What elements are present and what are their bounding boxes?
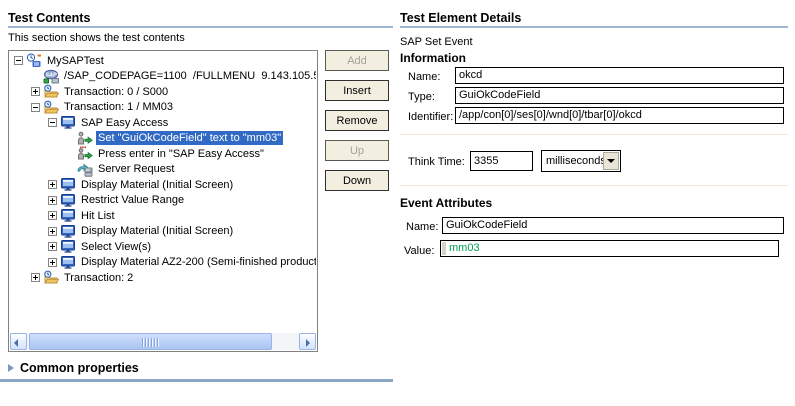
attribute-value-label: Value: <box>404 245 435 257</box>
sap-connection-icon: SAP <box>43 69 59 84</box>
transaction-icon <box>43 84 59 99</box>
svg-text:SAP: SAP <box>45 72 57 78</box>
tree-rows: MySAPTest SAP/SAP_CODEPAGE=1100 /FULLMENU… <box>10 53 316 332</box>
test-contents-title: Test Contents <box>8 11 91 25</box>
test-element-details-title: Test Element Details <box>400 11 522 25</box>
type-field[interactable]: GuiOkCodeField <box>455 87 784 104</box>
attribute-value-text: mm03 <box>449 242 480 254</box>
expand-icon[interactable] <box>31 87 40 97</box>
horizontal-scrollbar[interactable] <box>10 333 316 350</box>
tree-item-label: Set "GuiOkCodeField" text to "mm03" <box>96 131 284 146</box>
attribute-name-field[interactable]: GuiOkCodeField <box>442 217 784 234</box>
collapse-icon[interactable] <box>31 102 40 112</box>
expand-icon[interactable] <box>48 257 57 267</box>
collapse-icon[interactable] <box>48 118 57 128</box>
tree-row[interactable]: Restrict Value Range <box>10 193 316 209</box>
datapool-strip <box>442 242 446 255</box>
tree-item-label: Transaction: 1 / MM03 <box>64 101 174 114</box>
screen-icon <box>60 255 76 270</box>
tree-item-label: MySAPTest <box>47 54 104 67</box>
up-button: Up <box>325 140 389 161</box>
tree-row[interactable]: Hit List <box>10 208 316 224</box>
divider <box>400 134 788 135</box>
name-label: Name: <box>408 71 441 83</box>
down-button[interactable]: Down <box>325 170 389 191</box>
tree-row[interactable]: Transaction: 0 / S000 <box>10 84 316 100</box>
screen-icon <box>60 239 76 254</box>
tree-row[interactable]: Press enter in "SAP Easy Access" <box>10 146 316 162</box>
tree-item-label: Display Material (Initial Screen) <box>81 225 234 238</box>
type-label: Type: <box>408 91 435 103</box>
scroll-right-icon[interactable] <box>299 333 316 350</box>
server-request-icon <box>77 162 93 177</box>
screen-icon <box>60 208 76 223</box>
press-enter-icon <box>77 146 93 161</box>
attribute-value-field[interactable]: mm03 <box>440 240 779 257</box>
attribute-name-label: Name: <box>406 221 439 233</box>
test-element-details-rule <box>400 26 788 28</box>
tree-row[interactable]: SAP/SAP_CODEPAGE=1100 /FULLMENU 9.143.10… <box>10 69 316 85</box>
tree-item-label: Press enter in "SAP Easy Access" <box>98 147 264 160</box>
tree-row[interactable]: Set "GuiOkCodeField" text to "mm03" <box>10 131 316 147</box>
sap-test-icon <box>26 53 42 68</box>
test-contents-tree: MySAPTest SAP/SAP_CODEPAGE=1100 /FULLMENU… <box>8 50 318 352</box>
event-attributes-heading: Event Attributes <box>400 196 493 210</box>
tree-item-label: SAP Easy Access <box>81 116 169 129</box>
tree-row[interactable]: Display Material (Initial Screen) <box>10 224 316 240</box>
combo-dropdown-button[interactable] <box>603 152 619 170</box>
collapse-icon[interactable] <box>14 56 23 66</box>
scroll-left-icon[interactable] <box>10 333 27 350</box>
transaction-icon <box>43 270 59 285</box>
identifier-label: Identifier: <box>408 111 454 123</box>
tree-item-label: Display Material (Initial Screen) <box>81 178 234 191</box>
scrollbar-thumb[interactable] <box>29 333 272 350</box>
tree-row[interactable]: Server Request <box>10 162 316 178</box>
tree-item-label: Server Request <box>98 163 175 176</box>
tree-item-label: Transaction: 0 / S000 <box>64 85 169 98</box>
common-properties-twistie-icon[interactable] <box>8 364 14 372</box>
screen-icon <box>60 115 76 130</box>
remove-button[interactable]: Remove <box>325 110 389 131</box>
set-event-icon <box>77 131 93 146</box>
transaction-icon <box>43 100 59 115</box>
tree-item-label: Hit List <box>81 209 115 222</box>
common-properties-label[interactable]: Common properties <box>20 361 139 375</box>
tree-row[interactable]: Transaction: 2 <box>10 270 316 286</box>
expand-icon[interactable] <box>48 211 57 221</box>
screen-icon <box>60 193 76 208</box>
tree-row[interactable]: Display Material (Initial Screen) <box>10 177 316 193</box>
think-time-field[interactable]: 3355 <box>470 151 533 171</box>
expand-icon[interactable] <box>48 242 57 252</box>
identifier-field[interactable]: /app/con[0]/ses[0]/wnd[0]/tbar[0]/okcd <box>455 107 784 124</box>
expand-icon[interactable] <box>48 180 57 190</box>
tree-item-label: /SAP_CODEPAGE=1100 /FULLMENU 9.143.105.5 <box>64 70 316 83</box>
test-contents-rule <box>8 26 393 28</box>
test-contents-subtitle: This section shows the test contents <box>8 32 185 44</box>
add-button: Add <box>325 50 389 71</box>
tree-item-label: Transaction: 2 <box>64 271 134 284</box>
think-time-unit-value: milliseconds <box>546 155 606 167</box>
chevron-down-icon <box>607 159 615 167</box>
tree-row[interactable]: Select View(s) <box>10 239 316 255</box>
expand-icon[interactable] <box>48 195 57 205</box>
expand-icon[interactable] <box>48 226 57 236</box>
think-time-unit-select[interactable]: milliseconds <box>541 150 621 172</box>
name-field[interactable]: okcd <box>455 67 784 84</box>
insert-button[interactable]: Insert <box>325 80 389 101</box>
screen-icon <box>60 224 76 239</box>
divider <box>400 185 788 186</box>
tree-row[interactable]: Display Material AZ2-200 (Semi-finished … <box>10 255 316 271</box>
information-heading: Information <box>400 51 466 65</box>
tree-item-label: Restrict Value Range <box>81 194 185 207</box>
expand-icon[interactable] <box>31 273 40 283</box>
tree-row[interactable]: MySAPTest <box>10 53 316 69</box>
tree-row[interactable]: SAP Easy Access <box>10 115 316 131</box>
tree-item-label: Display Material AZ2-200 (Semi-finished … <box>81 256 316 269</box>
screen-icon <box>60 177 76 192</box>
tree-row[interactable]: Transaction: 1 / MM03 <box>10 100 316 116</box>
think-time-label: Think Time: <box>408 156 465 168</box>
common-properties-rule <box>0 379 393 382</box>
event-type-label: SAP Set Event <box>400 36 473 48</box>
tree-item-label: Select View(s) <box>81 240 152 253</box>
